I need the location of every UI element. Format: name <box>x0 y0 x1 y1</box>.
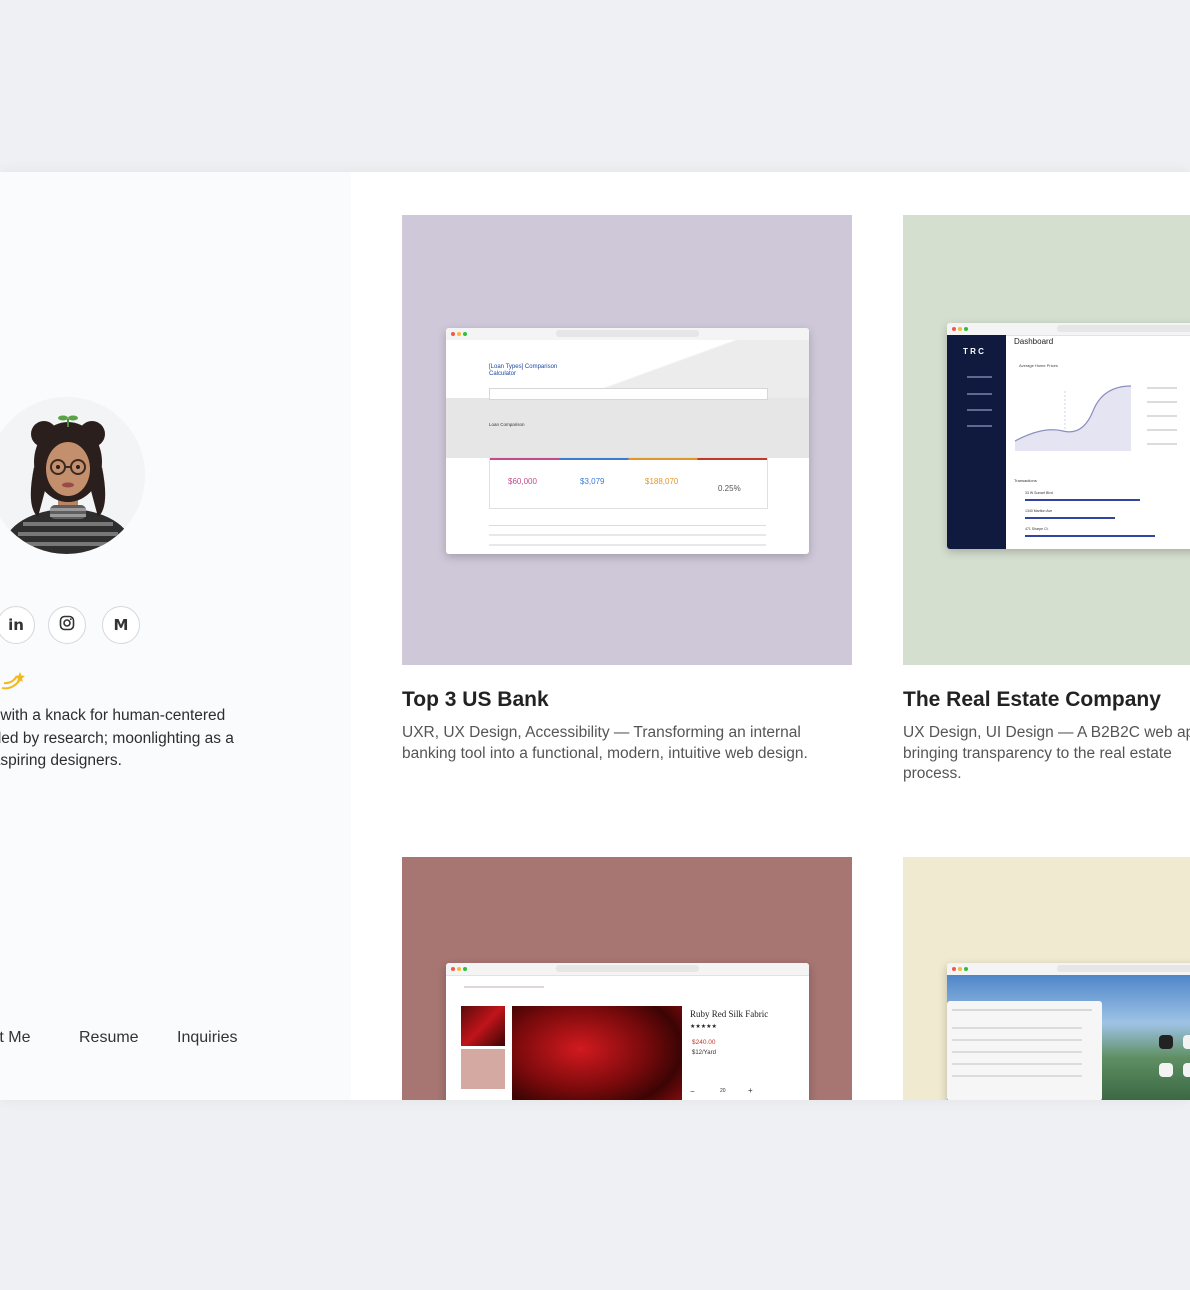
fabric-price: $240.00 <box>692 1039 716 1046</box>
project-card-desktop-thumbnail[interactable] <box>903 857 1190 1100</box>
nav-about-link[interactable]: About Me <box>0 1029 30 1047</box>
dizzy-emoji-icon <box>0 670 26 697</box>
fabric-unit-price: $12/Yard <box>692 1050 716 1056</box>
bio-text: Consultant with a knack for human-center… <box>0 707 234 769</box>
nav-resume-link[interactable]: Resume <box>79 1029 139 1047</box>
project-card-bank-thumbnail[interactable]: [Loan Types] Comparison Calculator Loan … <box>402 215 852 665</box>
project-title-bank[interactable]: Top 3 US Bank <box>402 688 549 712</box>
realestate-row-3: 471 Sharpe Ct. <box>1025 527 1049 531</box>
realestate-row-1: 33 W Sunset Blvd <box>1025 491 1053 495</box>
project-desc-realestate: UX Design, UI Design — A B2B2C web app b… <box>903 724 1190 782</box>
linkedin-link[interactable]: in <box>0 606 35 644</box>
rating-stars-icon: ★★★★★ <box>690 1024 717 1030</box>
bank-value-interest: $188,070 <box>645 477 679 486</box>
desktop-browser-mockup <box>947 963 1190 1100</box>
realestate-dashboard-heading: Dashboard <box>1014 337 1054 346</box>
fabric-browser-mockup: Ruby Red Silk Fabric ★★★★★ $240.00 $12/Y… <box>446 963 809 1100</box>
project-card-realestate-thumbnail[interactable]: T R C Dashboard Average Home Prices Tran… <box>903 215 1190 665</box>
realestate-sidebar: T R C <box>947 335 1006 549</box>
desktop-app-window <box>947 1001 1102 1100</box>
bank-browser-mockup: [Loan Types] Comparison Calculator Loan … <box>446 328 809 554</box>
project-card-fabric-thumbnail[interactable]: Ruby Red Silk Fabric ★★★★★ $240.00 $12/Y… <box>402 857 852 1100</box>
bank-loan-comparison-label: Loan Comparison <box>489 422 525 427</box>
instagram-link[interactable] <box>48 606 86 644</box>
project-desc-bank: UXR, UX Design, Accessibility — Transfor… <box>402 724 808 762</box>
bank-value-rate: 0.25% <box>718 484 741 493</box>
bank-calculator-heading: [Loan Types] Comparison Calculator <box>489 364 558 377</box>
portfolio-window: in M Consultant with a knack for human-c… <box>0 172 1190 1100</box>
qty-plus-icon[interactable]: + <box>748 1086 753 1095</box>
realestate-browser-mockup: T R C Dashboard Average Home Prices Tran… <box>947 323 1190 549</box>
realestate-brand: T R C <box>963 347 984 356</box>
bank-value-monthly: $3,079 <box>580 477 605 486</box>
profile-avatar <box>0 397 145 554</box>
fabric-product-image <box>512 1006 682 1100</box>
realestate-transactions-label: Transactions <box>1014 478 1037 483</box>
qty-minus-icon[interactable]: − <box>690 1087 695 1096</box>
profile-sidebar: in M Consultant with a knack for human-c… <box>0 172 351 1100</box>
project-title-realestate[interactable]: The Real Estate Company <box>903 688 1161 712</box>
nav-inquiries-link[interactable]: Inquiries <box>177 1029 237 1047</box>
medium-icon: M <box>113 616 129 634</box>
instagram-icon <box>59 615 75 635</box>
realestate-chart-label: Average Home Prices <box>1019 363 1058 368</box>
browser-toolbar <box>446 963 809 976</box>
realestate-row-2: 1340 Marlton Ave <box>1025 509 1053 513</box>
fabric-product-title: Ruby Red Silk Fabric <box>690 1009 769 1019</box>
qty-value: 20 <box>720 1088 726 1094</box>
medium-link[interactable]: M <box>102 606 140 644</box>
bank-value-down-payment: $60,000 <box>508 477 537 486</box>
linkedin-icon: in <box>8 616 24 634</box>
